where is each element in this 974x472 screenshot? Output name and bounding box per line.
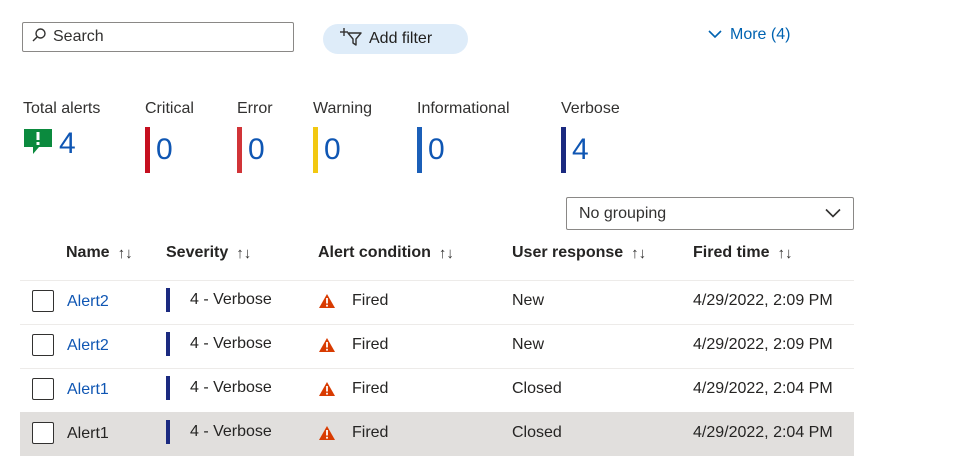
severity-text: 4 - Verbose [190, 335, 272, 352]
table-row[interactable]: Alert2 4 - Verbose Fired New 4/29/2022, … [20, 280, 854, 324]
summary-critical-value: 0 [156, 133, 173, 166]
column-header-label: Alert condition [318, 244, 431, 261]
chevron-down-icon [825, 205, 841, 223]
summary-total-label: Total alerts [23, 100, 101, 117]
column-header-fired-time[interactable]: Fired time ↑↓ [693, 244, 792, 262]
summary-verbose-value: 4 [572, 133, 589, 166]
fired-time-text: 4/29/2022, 2:04 PM [693, 424, 833, 441]
fired-time-text: 4/29/2022, 2:09 PM [693, 292, 833, 309]
table-row-selected[interactable]: Alert1 4 - Verbose Fired Closed 4/29/202… [20, 412, 854, 456]
alert-name-link[interactable]: Alert1 [67, 425, 109, 443]
row-checkbox[interactable] [32, 378, 54, 400]
search-box[interactable] [22, 22, 294, 52]
summary-informational-value: 0 [428, 133, 445, 166]
summary-warning-label: Warning [313, 100, 372, 117]
column-header-label: Fired time [693, 244, 770, 261]
more-filters-button[interactable]: More (4) [708, 26, 790, 44]
alert-condition-text: Fired [352, 336, 389, 353]
summary-verbose[interactable]: Verbose 4 [561, 100, 620, 173]
summary-critical[interactable]: Critical 0 [145, 100, 194, 173]
alert-condition-text: Fired [352, 292, 389, 309]
alert-condition-text: Fired [352, 380, 389, 397]
summary-warning-value: 0 [324, 133, 341, 166]
sort-icon[interactable]: ↑↓ [777, 245, 792, 262]
summary-error-value: 0 [248, 133, 265, 166]
verbose-severity-bar [561, 127, 566, 173]
row-checkbox[interactable] [32, 422, 54, 444]
alert-name-link[interactable]: Alert2 [67, 337, 109, 355]
alert-icon [23, 127, 53, 160]
alert-name-link[interactable]: Alert2 [67, 293, 109, 311]
search-icon [31, 27, 47, 48]
add-filter-button[interactable]: Add filter [323, 24, 468, 54]
error-severity-bar [237, 127, 242, 173]
more-label: More (4) [730, 26, 791, 43]
grouping-dropdown[interactable]: No grouping [566, 197, 854, 230]
warning-icon [318, 381, 336, 402]
row-divider [20, 280, 854, 281]
add-filter-icon [339, 27, 363, 52]
column-header-label: User response [512, 244, 624, 261]
summary-warning[interactable]: Warning 0 [313, 100, 372, 173]
warning-icon [318, 337, 336, 358]
sort-icon[interactable]: ↑↓ [118, 245, 133, 262]
summary-total-value: 4 [59, 126, 76, 160]
warning-icon [318, 425, 336, 446]
severity-bar [166, 420, 170, 444]
row-divider [20, 368, 854, 369]
column-header-alert-condition[interactable]: Alert condition ↑↓ [318, 244, 454, 262]
severity-text: 4 - Verbose [190, 291, 272, 308]
severity-text: 4 - Verbose [190, 423, 272, 440]
row-checkbox[interactable] [32, 290, 54, 312]
summary-verbose-label: Verbose [561, 100, 620, 117]
table-row[interactable]: Alert1 4 - Verbose Fired Closed 4/29/202… [20, 368, 854, 412]
warning-icon [318, 293, 336, 314]
row-checkbox[interactable] [32, 334, 54, 356]
add-filter-label: Add filter [369, 30, 433, 47]
user-response-text: Closed [512, 424, 562, 441]
summary-critical-label: Critical [145, 100, 194, 117]
warning-severity-bar [313, 127, 318, 173]
user-response-text: New [512, 336, 545, 353]
summary-informational-label: Informational [417, 100, 510, 117]
column-header-name[interactable]: Name ↑↓ [66, 244, 133, 262]
grouping-selected: No grouping [579, 204, 667, 222]
sort-icon[interactable]: ↑↓ [439, 245, 454, 262]
column-header-user-response[interactable]: User response ↑↓ [512, 244, 646, 262]
severity-bar [166, 288, 170, 312]
chevron-down-icon [708, 26, 722, 44]
column-header-label: Severity [166, 244, 229, 261]
alert-name-link[interactable]: Alert1 [67, 381, 109, 399]
sort-icon[interactable]: ↑↓ [631, 245, 646, 262]
summary-error-label: Error [237, 100, 273, 117]
alert-condition-text: Fired [352, 424, 389, 441]
column-header-severity[interactable]: Severity ↑↓ [166, 244, 251, 262]
informational-severity-bar [417, 127, 422, 173]
row-divider [20, 324, 854, 325]
critical-severity-bar [145, 127, 150, 173]
user-response-text: Closed [512, 380, 562, 397]
severity-bar [166, 332, 170, 356]
user-response-text: New [512, 292, 545, 309]
fired-time-text: 4/29/2022, 2:09 PM [693, 336, 833, 353]
table-row[interactable]: Alert2 4 - Verbose Fired New 4/29/2022, … [20, 324, 854, 368]
sort-icon[interactable]: ↑↓ [236, 245, 251, 262]
summary-informational[interactable]: Informational 0 [417, 100, 510, 173]
search-input[interactable] [53, 28, 273, 46]
summary-total[interactable]: Total alerts 4 [23, 100, 100, 160]
column-header-label: Name [66, 244, 110, 261]
fired-time-text: 4/29/2022, 2:04 PM [693, 380, 833, 397]
summary-error[interactable]: Error 0 [237, 100, 273, 173]
severity-bar [166, 376, 170, 400]
severity-text: 4 - Verbose [190, 379, 272, 396]
